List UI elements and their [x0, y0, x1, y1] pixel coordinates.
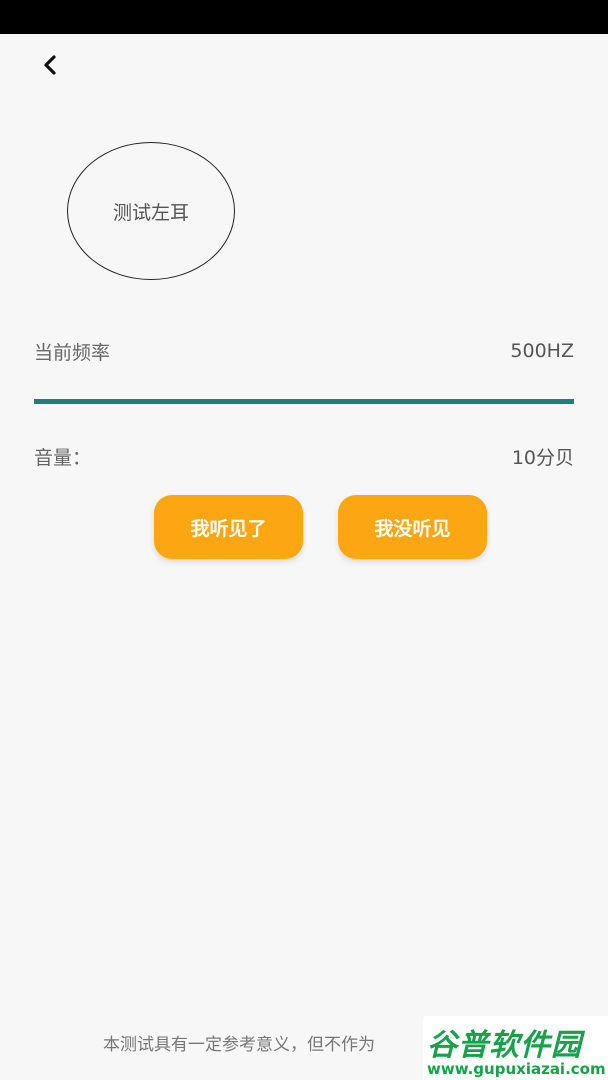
- current-frequency-label: 当前频率: [34, 342, 111, 364]
- chevron-left-icon: [39, 53, 63, 81]
- watermark-url: www.gupuxiazai.com: [427, 1060, 606, 1078]
- frequency-slider[interactable]: [34, 399, 574, 404]
- volume-label: 音量：: [34, 447, 92, 469]
- volume-value: 10分贝: [511, 447, 574, 469]
- status-bar: [0, 0, 608, 34]
- not-heard-button[interactable]: 我没听见: [338, 495, 487, 559]
- current-frequency-value: 500HZ: [510, 340, 574, 362]
- test-left-ear-label: 测试左耳: [112, 201, 189, 224]
- watermark-logo: 谷普软件园: [427, 1028, 582, 1063]
- heard-button[interactable]: 我听见了: [154, 495, 303, 559]
- test-left-ear-button[interactable]: 测试左耳: [67, 142, 235, 280]
- back-button[interactable]: [34, 50, 68, 84]
- disclaimer-text: 本测试具有一定参考意义，但不作为: [103, 1035, 375, 1055]
- watermark: 谷普软件园 www.gupuxiazai.com: [423, 1016, 608, 1080]
